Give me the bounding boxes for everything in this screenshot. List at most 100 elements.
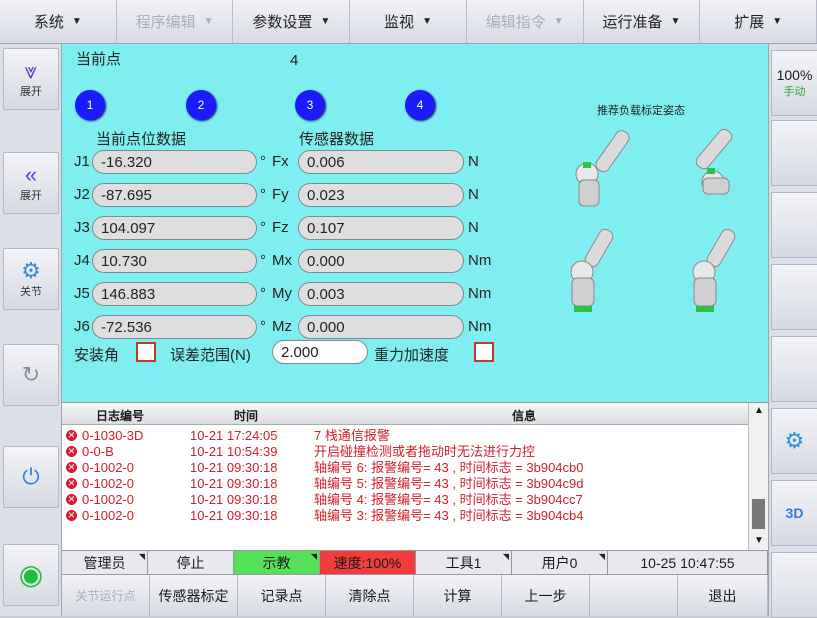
menu-monitor[interactable]: 监视 ▼ bbox=[350, 0, 467, 43]
clear-point-button[interactable]: 清除点 bbox=[326, 575, 414, 616]
error-icon: ✕ bbox=[66, 494, 77, 505]
menu-run-prepare[interactable]: 运行准备 ▼ bbox=[584, 0, 701, 43]
recommend-pose-title: 推荐负载标定姿态 bbox=[597, 105, 685, 117]
log-col-info: 信息 bbox=[512, 409, 537, 423]
error-icon: ✕ bbox=[66, 462, 77, 473]
error-range-input[interactable]: 2.000 bbox=[272, 340, 368, 364]
menu-program-edit[interactable]: 程序编辑 ▼ bbox=[117, 0, 234, 43]
log-col-id: 日志编号 bbox=[96, 409, 145, 423]
log-row[interactable]: ✕ 0-1030-3D 10-21 17:24:05 7 栈通信报警 bbox=[62, 428, 748, 444]
chevron-down-icon: ▼ bbox=[422, 16, 432, 27]
point-button-3[interactable]: 3 bbox=[295, 90, 325, 120]
joint-value-field: -16.320 bbox=[92, 150, 257, 174]
sensor-value-field: 0.000 bbox=[298, 315, 464, 339]
right-button-8[interactable] bbox=[771, 552, 817, 618]
status-bar: 管理员 ◥ 停止 示教 ◥ 速度:100% 工具1 ◥ 用户0 ◥ 10-25 10:4… bbox=[62, 550, 768, 574]
speed-button[interactable]: 100% 手动 bbox=[771, 50, 817, 116]
calculate-button[interactable]: 计算 bbox=[414, 575, 502, 616]
left-rail: ⩔ 展开 « 展开 ⚙ 关节 ↻ ⏻ ◉ bbox=[0, 44, 62, 616]
position-data-title: 当前点位数据 bbox=[96, 131, 187, 148]
rotate-icon: ↻ bbox=[21, 362, 41, 387]
scroll-thumb[interactable] bbox=[752, 499, 765, 529]
error-icon: ✕ bbox=[66, 446, 77, 457]
top-menu-bar: 系统 ▼ 程序编辑 ▼ 参数设置 ▼ 监视 ▼ 编辑指令 ▼ 运行准备 ▼ 扩展 ▼ bbox=[0, 0, 817, 44]
install-angle-label: 安装角 bbox=[74, 347, 120, 364]
tool-status[interactable]: 工具1 ◥ bbox=[416, 551, 512, 574]
sensor-value-field: 0.107 bbox=[298, 216, 464, 240]
menu-system[interactable]: 系统 ▼ bbox=[0, 0, 117, 43]
sensor-calibrate-button[interactable]: 传感器标定 bbox=[150, 575, 238, 616]
menu-edit-instruction[interactable]: 编辑指令 ▼ bbox=[467, 0, 584, 43]
scroll-up-icon[interactable]: ▲ bbox=[754, 405, 764, 416]
robot-arm-icon: ⚙ bbox=[21, 258, 41, 283]
calibration-panel: 当前点 4 1 2 3 4 推荐负载标定姿态 当前点位数据 传感器数据 J1 -… bbox=[62, 44, 768, 402]
corner-marker-icon: ◥ bbox=[138, 552, 145, 561]
log-row[interactable]: ✕ 0-0-B 10-21 10:54:39 开启碰撞检测或者拖动时无法进行力控 bbox=[62, 444, 748, 460]
error-icon: ✕ bbox=[66, 478, 77, 489]
datetime-display: 10-25 10:47:55 bbox=[608, 551, 768, 574]
user-status[interactable]: 管理员 ◥ bbox=[62, 551, 148, 574]
log-header: 日志编号 时间 信息 bbox=[62, 403, 748, 425]
corner-marker-icon: ◥ bbox=[502, 552, 509, 561]
chevron-down-icon: ▼ bbox=[203, 16, 214, 27]
previous-step-button[interactable]: 上一步 bbox=[502, 575, 590, 616]
joint-run-point-button[interactable]: 关节运行点 bbox=[62, 575, 150, 616]
chevron-down-icon: ▼ bbox=[670, 16, 681, 27]
point-button-1[interactable]: 1 bbox=[75, 90, 105, 120]
log-scrollbar[interactable]: ▲ ▼ bbox=[748, 403, 768, 551]
chevron-down-icon: ▼ bbox=[772, 16, 783, 27]
expand-top-button[interactable]: ⩔ 展开 bbox=[3, 48, 59, 110]
teach-mode-status[interactable]: 示教 ◥ bbox=[234, 551, 320, 574]
log-row[interactable]: ✕ 0-1002-0 10-21 09:30:18 轴编号 6: 报警编号= 4… bbox=[62, 460, 748, 476]
scroll-down-icon[interactable]: ▼ bbox=[754, 535, 764, 546]
right-button-3[interactable] bbox=[771, 192, 817, 258]
empty-button[interactable] bbox=[590, 575, 678, 616]
log-col-time: 时间 bbox=[234, 409, 259, 423]
chevron-down-icon: ▼ bbox=[553, 16, 564, 27]
robot-pose-image-1 bbox=[575, 130, 630, 207]
3d-view-button[interactable]: 3D bbox=[771, 480, 817, 546]
corner-marker-icon: ◥ bbox=[598, 552, 605, 561]
log-row[interactable]: ✕ 0-1002-0 10-21 09:30:18 轴编号 5: 报警编号= 4… bbox=[62, 476, 748, 492]
sensor-value-field: 0.006 bbox=[298, 150, 464, 174]
install-angle-checkbox[interactable] bbox=[136, 342, 156, 362]
right-button-4[interactable] bbox=[771, 264, 817, 330]
record-point-button[interactable]: 记录点 bbox=[238, 575, 326, 616]
expand-side-button[interactable]: « 展开 bbox=[3, 152, 59, 214]
sensor-value-field: 0.003 bbox=[298, 282, 464, 306]
right-button-2[interactable] bbox=[771, 120, 817, 186]
point-button-2[interactable]: 2 bbox=[186, 90, 216, 120]
robot-pose-image-3 bbox=[570, 228, 614, 312]
enable-button[interactable]: ◉ bbox=[3, 544, 59, 606]
right-rail: 100% 手动 ⚙ 3D bbox=[768, 44, 817, 618]
green-light-icon: ◉ bbox=[18, 559, 44, 590]
joint-value-field: -72.536 bbox=[92, 315, 257, 339]
error-icon: ✕ bbox=[66, 510, 77, 521]
chevron-down-icon: ▼ bbox=[320, 16, 331, 27]
gravity-checkbox[interactable] bbox=[474, 342, 494, 362]
point-button-4[interactable]: 4 bbox=[405, 90, 435, 120]
menu-parameter-settings[interactable]: 参数设置 ▼ bbox=[233, 0, 351, 43]
log-row[interactable]: ✕ 0-1002-0 10-21 09:30:18 轴编号 3: 报警编号= 4… bbox=[62, 508, 748, 524]
chevron-down-icon: ▼ bbox=[71, 16, 82, 27]
double-chevron-left-icon: « bbox=[24, 162, 38, 187]
exit-button[interactable]: 退出 bbox=[678, 575, 768, 616]
right-button-5[interactable] bbox=[771, 336, 817, 402]
joint-value-field: 146.883 bbox=[92, 282, 257, 306]
sensor-data-title: 传感器数据 bbox=[299, 131, 375, 148]
user-frame-status[interactable]: 用户0 ◥ bbox=[512, 551, 608, 574]
double-chevron-down-icon: ⩔ bbox=[24, 58, 38, 83]
log-row[interactable]: ✕ 0-1002-0 10-21 09:30:18 轴编号 4: 报警编号= 4… bbox=[62, 492, 748, 508]
joint-mode-button[interactable]: ⚙ 关节 bbox=[3, 248, 59, 310]
power-button[interactable]: ⏻ bbox=[3, 446, 59, 508]
power-icon: ⏻ bbox=[22, 464, 40, 489]
joint-value-field: -87.695 bbox=[92, 183, 257, 207]
robot-view-button[interactable]: ⚙ bbox=[771, 408, 817, 474]
speed-status[interactable]: 速度:100% bbox=[320, 551, 416, 574]
menu-extend[interactable]: 扩展 ▼ bbox=[700, 0, 817, 43]
coordinate-switch-button[interactable]: ↻ bbox=[3, 344, 59, 406]
sensor-value-field: 0.000 bbox=[298, 249, 464, 273]
corner-marker-icon: ◥ bbox=[310, 552, 317, 561]
current-point-value: 4 bbox=[290, 52, 299, 69]
joint-value-field: 10.730 bbox=[92, 249, 257, 273]
